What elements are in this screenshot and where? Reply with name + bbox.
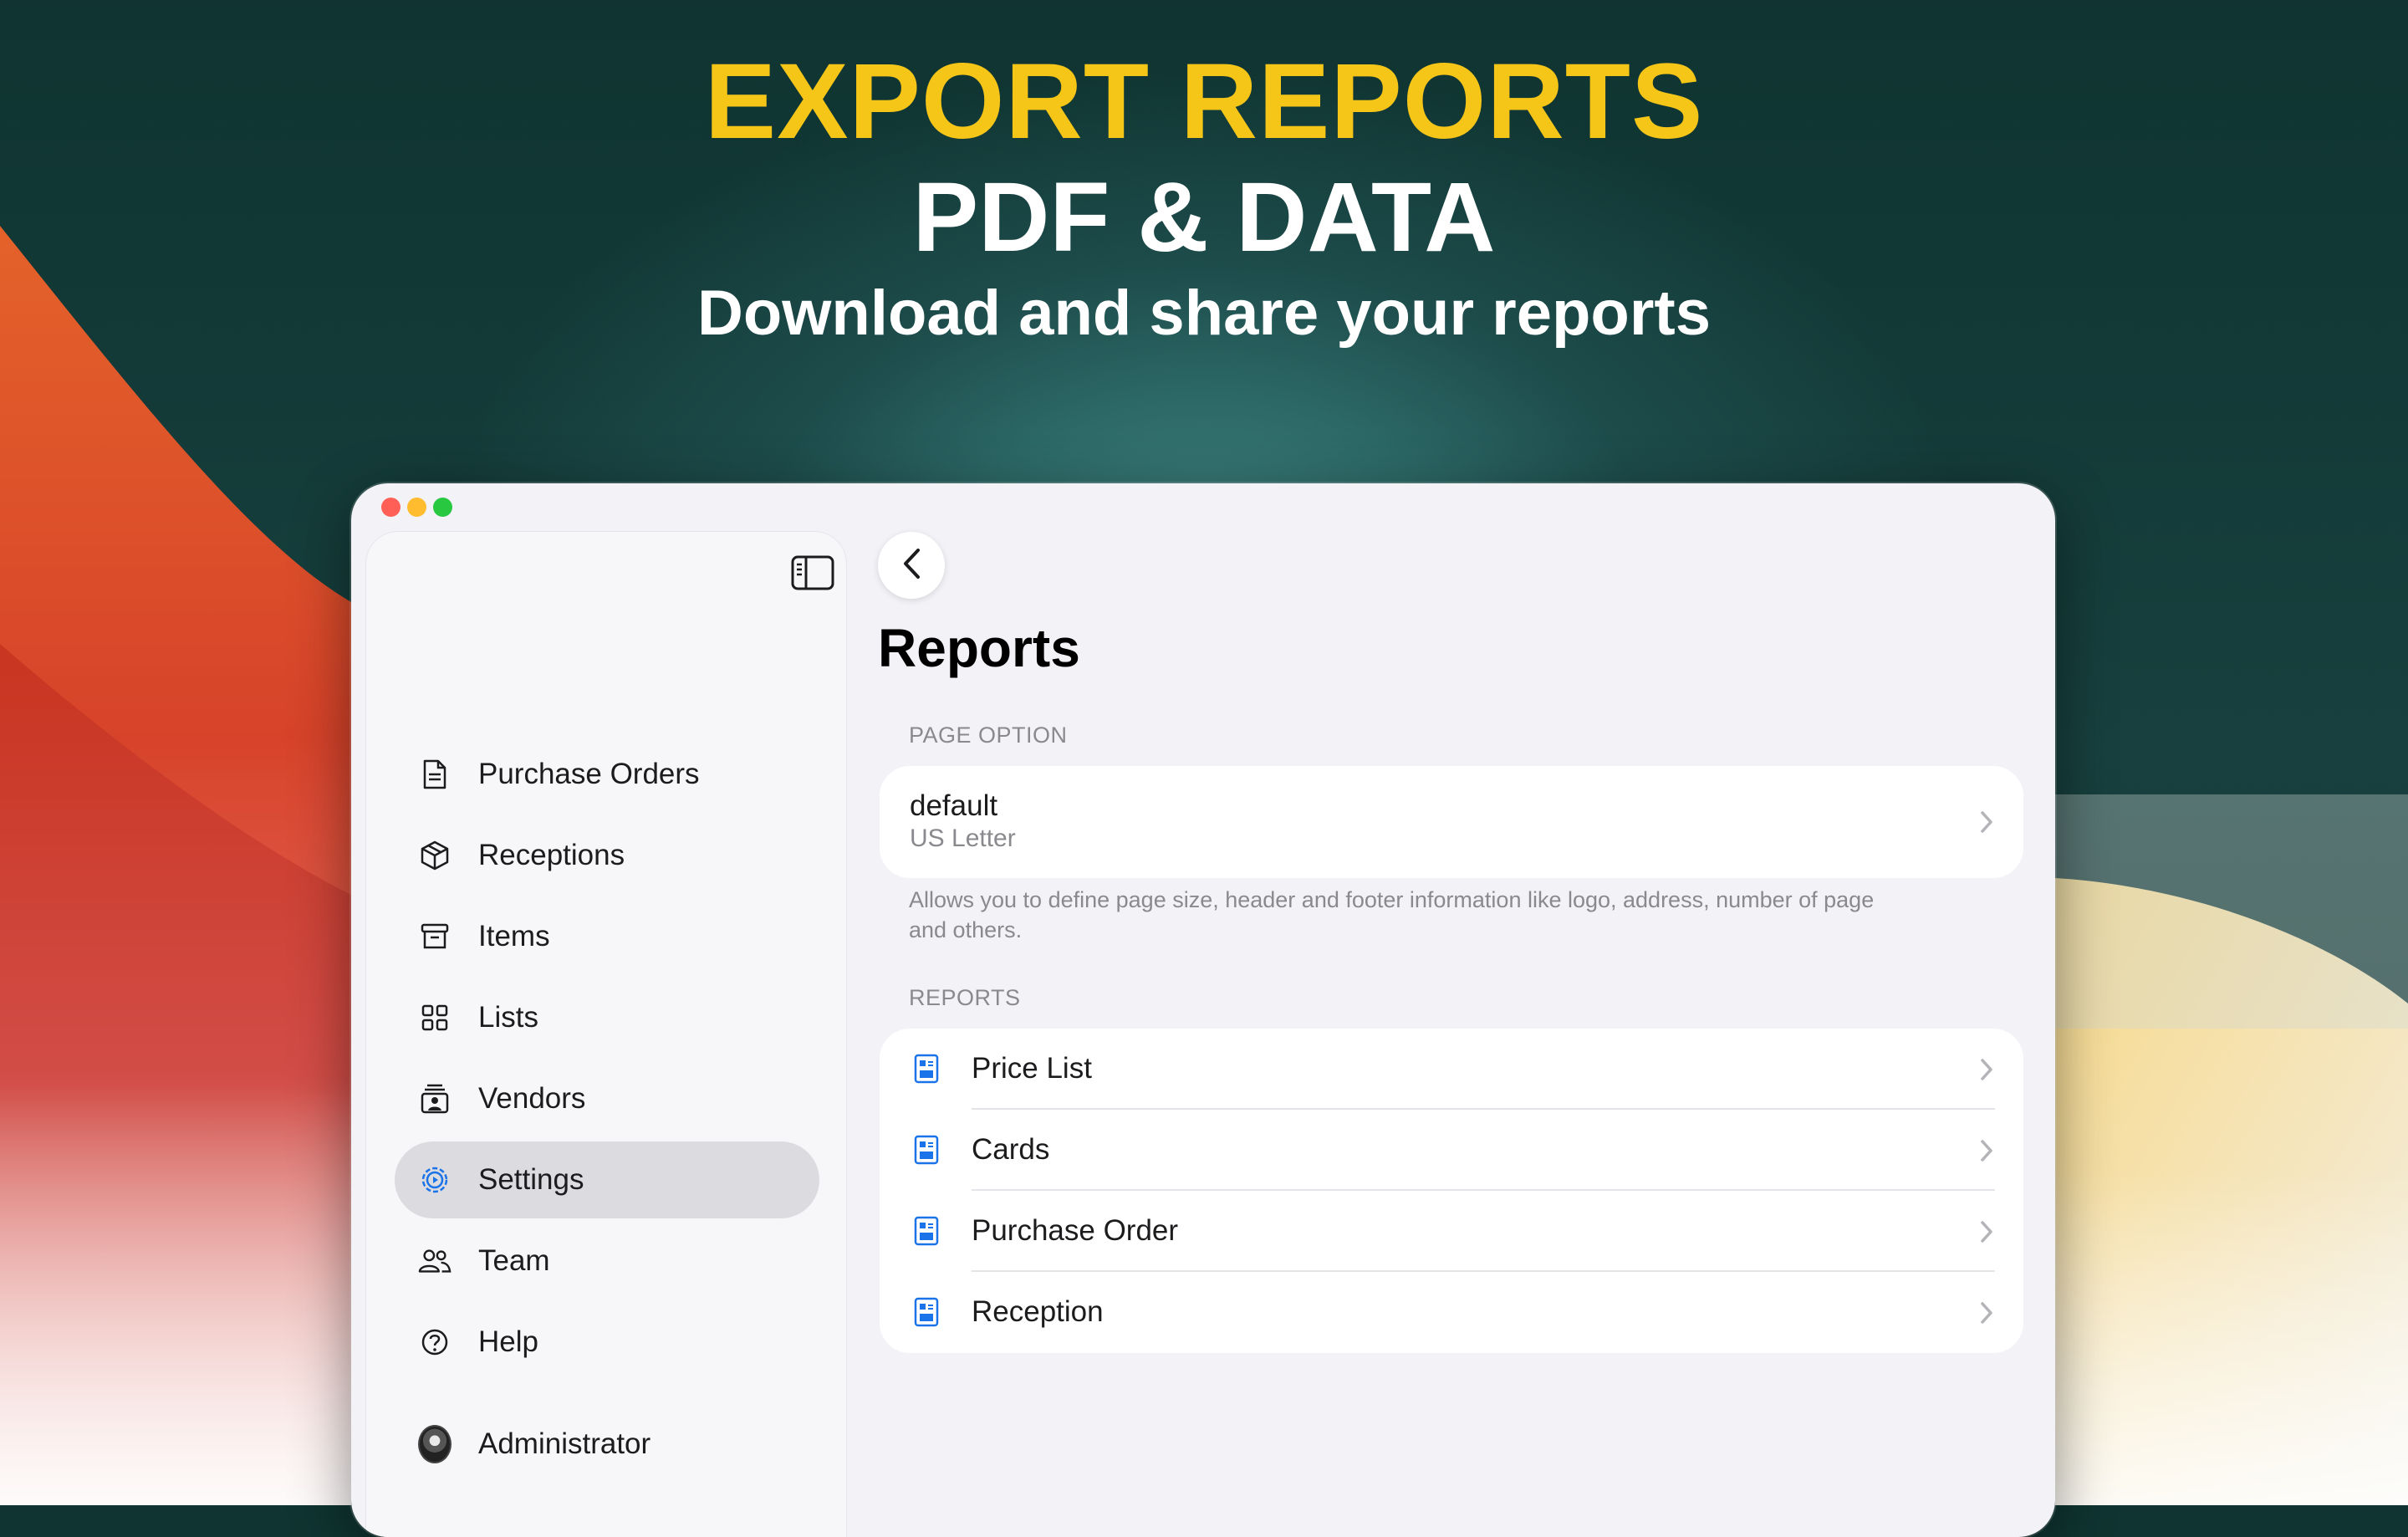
chevron-right-icon xyxy=(1978,1136,1995,1165)
main-content: Reports PAGE OPTION default US Letter Al… xyxy=(351,483,2055,1537)
report-label: Reception xyxy=(972,1295,1104,1328)
report-document-icon xyxy=(913,1135,940,1165)
section-header-page-option: PAGE OPTION xyxy=(909,723,1068,748)
report-label: Price List xyxy=(972,1052,1092,1085)
report-row-cards[interactable]: Cards xyxy=(880,1110,2023,1191)
page-option-row[interactable]: default US Letter xyxy=(880,766,2023,878)
page-option-title: default xyxy=(910,789,998,822)
page-option-subtitle: US Letter xyxy=(910,825,1016,852)
report-label: Purchase Order xyxy=(972,1214,1179,1247)
chevron-right-icon xyxy=(1978,1299,1995,1327)
promo-subheadline: PDF & DATA xyxy=(912,162,1496,273)
chevron-right-icon xyxy=(1978,1055,1995,1084)
chevron-left-icon xyxy=(902,548,921,584)
report-row-reception[interactable]: Reception xyxy=(880,1272,2023,1353)
back-button[interactable] xyxy=(878,532,945,599)
reports-list: Price List Cards Purchase Order Receptio… xyxy=(880,1029,2023,1353)
promo-tagline: Download and share your reports xyxy=(697,278,1711,349)
chevron-right-icon xyxy=(1978,1218,1995,1246)
report-row-purchase-order[interactable]: Purchase Order xyxy=(880,1191,2023,1272)
report-label: Cards xyxy=(972,1133,1050,1166)
chevron-right-icon xyxy=(1978,808,1995,836)
report-document-icon xyxy=(913,1054,940,1084)
report-document-icon xyxy=(913,1216,940,1246)
section-header-reports: REPORTS xyxy=(909,985,1021,1010)
report-row-price-list[interactable]: Price List xyxy=(880,1029,2023,1110)
app-window: Purchase Orders Receptions Items Lists V xyxy=(351,483,2055,1537)
promo-headline: EXPORT REPORTS xyxy=(704,42,1704,161)
page-title: Reports xyxy=(878,618,1080,678)
page-option-footnote: Allows you to define page size, header a… xyxy=(909,887,1875,942)
report-document-icon xyxy=(913,1297,940,1327)
